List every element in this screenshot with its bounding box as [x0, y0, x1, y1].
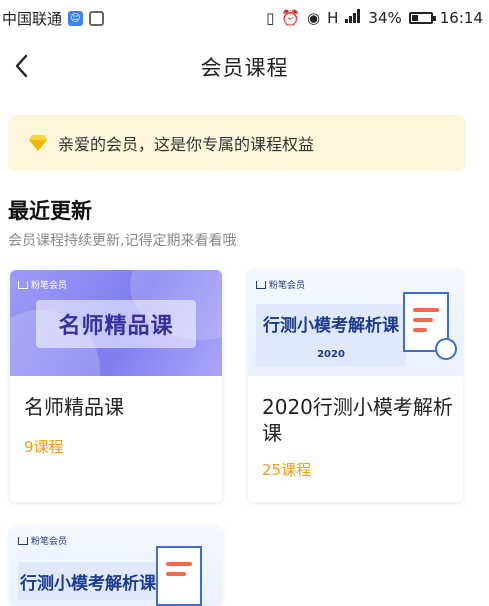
member-badge: 粉笔会员	[18, 534, 67, 547]
course-card[interactable]: 粉笔会员 行测小模考解析课	[10, 526, 222, 606]
document-clock-icon	[403, 292, 457, 360]
battery-percent: 34%	[368, 9, 402, 27]
section-title: 最近更新	[8, 199, 92, 223]
section-subtitle: 会员课程持续更新,记得定期来看看哦	[8, 233, 237, 249]
page-title: 会员课程	[200, 56, 289, 80]
back-button[interactable]	[4, 48, 40, 84]
alarm-icon: ⏰	[281, 9, 301, 27]
diamond-icon	[29, 135, 47, 151]
status-right: ▯ ⏰ ◉ H 34% 16:14	[266, 9, 483, 27]
member-banner: 亲爱的会员，这是你专属的课程权益	[8, 115, 466, 171]
member-badge-label: 粉笔会员	[31, 537, 68, 547]
thumbnail-title: 行测小模考解析课	[18, 562, 158, 600]
member-badge: 粉笔会员	[18, 278, 67, 291]
crown-icon	[18, 536, 28, 545]
document-clock-icon	[156, 546, 202, 606]
signal-icon	[345, 9, 361, 27]
course-thumbnail: 粉笔会员 行测小模考解析课 2020	[248, 270, 463, 376]
app-notification-icon: ☺	[68, 10, 84, 26]
clock: 16:14	[439, 9, 483, 27]
nav-bar: 会员课程	[0, 36, 489, 98]
status-left: 中国联通 ☺	[2, 8, 105, 29]
network-type-icon: H	[327, 9, 339, 27]
member-badge: 粉笔会员	[256, 278, 305, 291]
course-card[interactable]: 粉笔会员 名师精品课 名师精品课 9课程	[10, 270, 222, 502]
banner-text: 亲爱的会员，这是你专属的课程权益	[58, 135, 315, 154]
status-bar: 中国联通 ☺ ▯ ⏰ ◉ H 34% 16:14	[0, 0, 489, 36]
carrier-label: 中国联通	[2, 9, 63, 28]
course-count: 25课程	[262, 461, 312, 479]
course-thumbnail: 粉笔会员 行测小模考解析课	[10, 526, 222, 606]
crown-icon	[256, 280, 266, 289]
crown-icon	[18, 280, 28, 289]
course-card[interactable]: 粉笔会员 行测小模考解析课 2020 2020行测小模考解析课 25课程	[248, 270, 463, 502]
course-name: 2020行测小模考解析课	[262, 395, 453, 445]
course-name: 名师精品课	[24, 395, 124, 419]
member-badge-label: 粉笔会员	[31, 281, 68, 291]
course-count: 9课程	[24, 438, 64, 456]
battery-icon	[408, 12, 436, 24]
chevron-left-icon	[15, 54, 28, 78]
vibrate-icon: ▯	[266, 9, 275, 27]
course-thumbnail: 粉笔会员 名师精品课	[10, 270, 222, 376]
thumbnail-year: 2020	[256, 342, 406, 366]
member-badge-label: 粉笔会员	[269, 281, 306, 291]
eye-icon: ◉	[307, 9, 321, 27]
image-notification-icon	[89, 10, 105, 26]
thumbnail-title: 名师精品课	[36, 300, 196, 348]
thumbnail-title: 行测小模考解析课	[256, 304, 406, 342]
